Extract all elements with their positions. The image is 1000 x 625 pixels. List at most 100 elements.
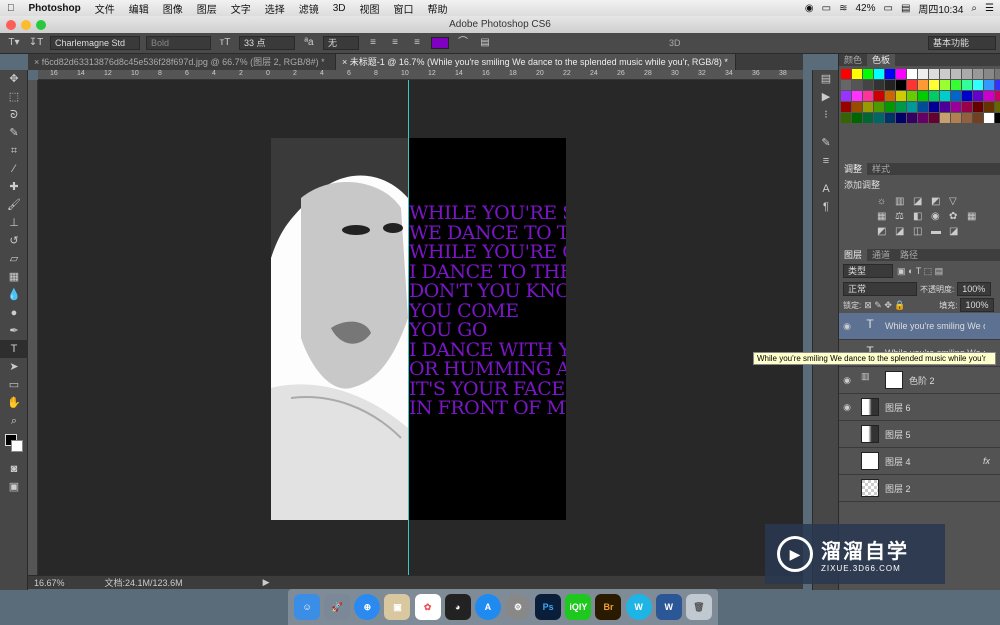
- color-swatch[interactable]: [984, 113, 994, 123]
- invert-icon[interactable]: ◩: [877, 226, 891, 237]
- tab-swatches[interactable]: 色板: [867, 54, 896, 66]
- zoom-level[interactable]: 16.67%: [34, 578, 65, 588]
- word-icon[interactable]: W: [655, 594, 682, 620]
- color-swatch[interactable]: [940, 102, 950, 112]
- color-swatch[interactable]: [929, 91, 939, 101]
- color-swatch[interactable]: [929, 69, 939, 79]
- color-swatch[interactable]: [852, 69, 862, 79]
- qq-icon[interactable]: ◕: [444, 594, 471, 620]
- tab-layers[interactable]: 图层: [839, 249, 868, 261]
- warp-text-icon[interactable]: ⌒: [455, 36, 471, 50]
- color-swatch[interactable]: [874, 69, 884, 79]
- color-swatch[interactable]: [995, 80, 1000, 90]
- apple-icon[interactable]: : [0, 3, 22, 14]
- character-panel-icon[interactable]: A: [813, 180, 839, 198]
- color-swatch[interactable]: [984, 80, 994, 90]
- move-tool-icon[interactable]: ✥: [0, 70, 28, 88]
- history-panel-icon[interactable]: ▤: [813, 70, 839, 88]
- color-swatch[interactable]: [896, 102, 906, 112]
- color-swatch[interactable]: [951, 113, 961, 123]
- color-swatch[interactable]: [973, 113, 983, 123]
- status-menu-icon[interactable]: ▶: [263, 577, 270, 588]
- tab-paths[interactable]: 路径: [895, 249, 923, 261]
- color-swatch[interactable]: [841, 91, 851, 101]
- clone-stamp-tool-icon[interactable]: ⊥: [0, 214, 28, 232]
- minimize-window-icon[interactable]: [21, 20, 31, 30]
- quick-mask-icon[interactable]: ◙: [0, 460, 28, 478]
- menu-layer[interactable]: 图层: [190, 1, 224, 16]
- app-menu[interactable]: Photoshop: [22, 3, 88, 14]
- layer-row[interactable]: ◉ 图层 6: [839, 394, 1000, 421]
- tab-close-icon[interactable]: ×: [342, 57, 347, 67]
- document-canvas[interactable]: WHILE YOU'RE SM WE DANCE TO TH WHILE YOU…: [271, 138, 566, 520]
- paragraph-panel-icon[interactable]: ¶: [813, 198, 839, 216]
- gradient-tool-icon[interactable]: ▦: [0, 268, 28, 286]
- menu-view[interactable]: 视图: [353, 1, 387, 16]
- font-family-select[interactable]: Charlemagne Std: [50, 36, 140, 50]
- color-swatch[interactable]: [874, 91, 884, 101]
- color-swatch[interactable]: [907, 80, 917, 90]
- poem-text-layer[interactable]: WHILE YOU'RE SM WE DANCE TO TH WHILE YOU…: [409, 203, 566, 419]
- spot-healing-tool-icon[interactable]: ✚: [0, 178, 28, 196]
- color-swatch[interactable]: [852, 91, 862, 101]
- channel-mixer-icon[interactable]: ✿: [949, 211, 963, 222]
- path-select-tool-icon[interactable]: ➤: [0, 358, 28, 376]
- color-balance-icon[interactable]: ⚖: [895, 211, 909, 222]
- workspace-select[interactable]: 基本功能: [928, 36, 996, 50]
- search-icon[interactable]: ⌕: [971, 3, 977, 14]
- color-swatch[interactable]: [940, 113, 950, 123]
- color-swatch[interactable]: [940, 69, 950, 79]
- blur-tool-icon[interactable]: 💧: [0, 286, 28, 304]
- color-swatch[interactable]: [973, 91, 983, 101]
- color-swatch[interactable]: [874, 102, 884, 112]
- color-swatch[interactable]: [918, 102, 928, 112]
- clock[interactable]: 周四10:34: [918, 1, 963, 16]
- wifi-icon[interactable]: ≋: [839, 3, 847, 14]
- menu-select[interactable]: 选择: [258, 1, 292, 16]
- battery-icon[interactable]: ▭: [883, 3, 892, 14]
- photoshop-dock-icon[interactable]: Ps: [535, 594, 562, 620]
- app-store-icon[interactable]: A: [474, 594, 501, 620]
- menu-edit[interactable]: 编辑: [122, 1, 156, 16]
- lock-icons[interactable]: ⊠ ✎ ✥ 🔒: [864, 300, 920, 311]
- tab-color[interactable]: 颜色: [839, 54, 867, 66]
- blend-mode-select[interactable]: 正常: [843, 282, 917, 296]
- shape-tool-icon[interactable]: ▭: [0, 376, 28, 394]
- color-swatch[interactable]: [896, 113, 906, 123]
- vertical-guide[interactable]: [408, 80, 409, 575]
- color-swatch[interactable]: [918, 80, 928, 90]
- color-swatch[interactable]: [951, 91, 961, 101]
- threshold-icon[interactable]: ◫: [913, 226, 927, 237]
- color-swatch[interactable]: [863, 80, 873, 90]
- actions-panel-icon[interactable]: ▶: [813, 88, 839, 106]
- color-swatch[interactable]: [962, 113, 972, 123]
- swatch-panel-icon[interactable]: ⁝: [813, 106, 839, 124]
- color-swatch[interactable]: [885, 91, 895, 101]
- eyedropper-tool-icon[interactable]: ⁄: [0, 160, 28, 178]
- color-swatch[interactable]: [852, 102, 862, 112]
- align-center-icon[interactable]: ≡: [387, 36, 403, 50]
- color-swatch[interactable]: [962, 69, 972, 79]
- safari-icon[interactable]: ⊕: [354, 594, 381, 620]
- color-swatch[interactable]: [973, 80, 983, 90]
- color-swatch[interactable]: [951, 69, 961, 79]
- color-swatch[interactable]: [995, 91, 1000, 101]
- color-lookup-icon[interactable]: ▦: [967, 211, 981, 222]
- font-size-select[interactable]: 33 点: [239, 36, 295, 50]
- exposure-icon[interactable]: ◩: [931, 196, 945, 207]
- menu-file[interactable]: 文件: [88, 1, 122, 16]
- black-white-icon[interactable]: ◧: [913, 211, 927, 222]
- color-swatch[interactable]: [874, 80, 884, 90]
- crop-tool-icon[interactable]: ⌗: [0, 142, 28, 160]
- color-swatch[interactable]: [863, 102, 873, 112]
- color-swatch[interactable]: [995, 69, 1000, 79]
- menu-filter[interactable]: 滤镜: [292, 1, 326, 16]
- battery-percent[interactable]: 42%: [855, 3, 875, 14]
- launchpad-icon[interactable]: 🚀: [324, 594, 351, 620]
- iqiyi-icon[interactable]: iQIY: [565, 594, 592, 620]
- tab-document-1[interactable]: × f6cd82d63313876d8c45e536f28f697d.jpg @…: [28, 54, 336, 70]
- color-swatch[interactable]: [863, 91, 873, 101]
- tab-styles[interactable]: 样式: [867, 163, 895, 175]
- color-swatch[interactable]: [918, 69, 928, 79]
- color-swatch[interactable]: [841, 113, 851, 123]
